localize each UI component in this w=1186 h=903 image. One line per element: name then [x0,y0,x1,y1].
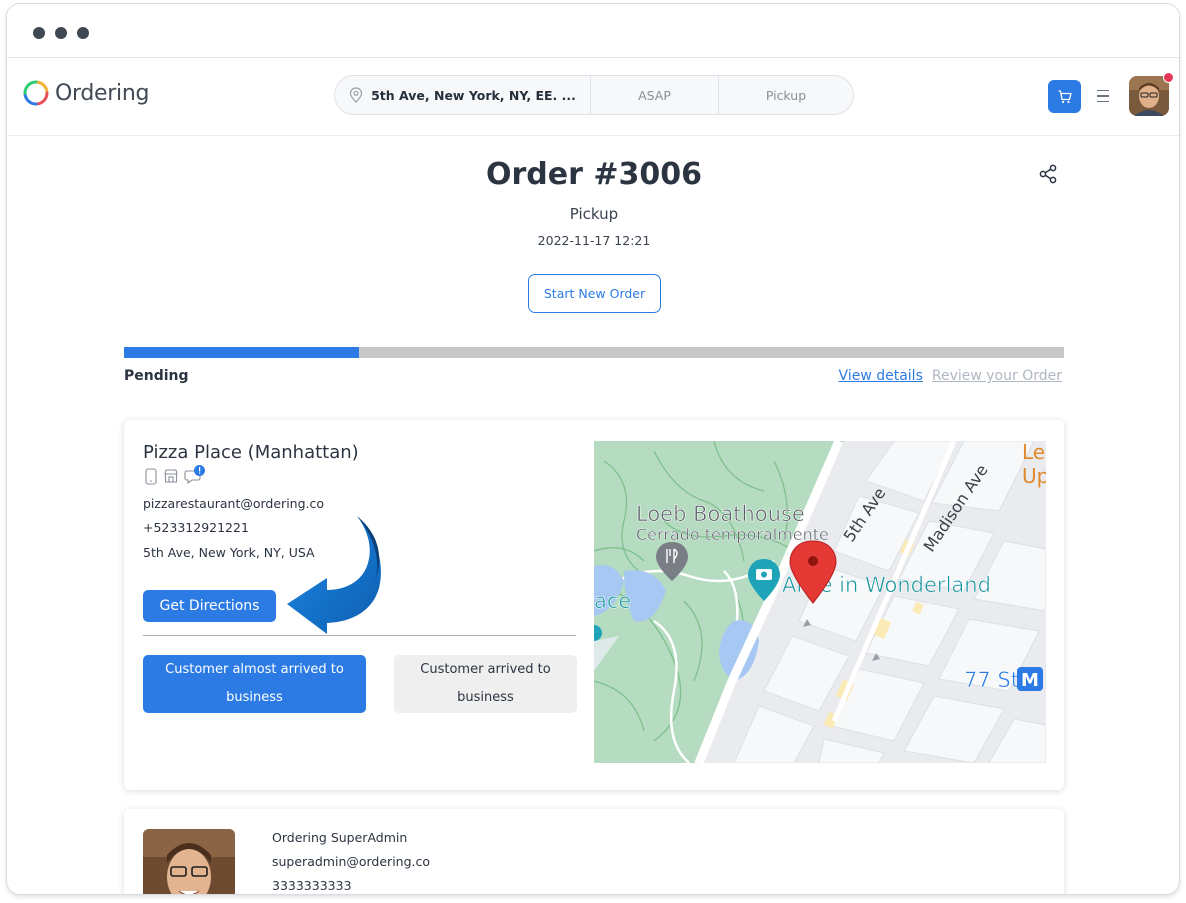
order-progress-fill [124,347,359,358]
map-label-station: 77 St [964,668,1019,692]
hamburger-menu-button[interactable] [1097,86,1113,106]
menu-bar-icon [1097,100,1109,103]
time-selector[interactable]: ASAP [591,76,719,114]
address-text: 5th Ave, New York, NY, EE. ... [371,87,576,103]
annotation-arrow-icon [287,516,381,634]
map-label-corner-bottom: Up [1022,464,1046,488]
app-header: Ordering 5th Ave, New York, NY, EE. ... … [7,58,1179,136]
cart-button[interactable] [1048,80,1081,113]
window-dot-minimize[interactable] [55,27,67,39]
notification-badge [1163,72,1174,83]
browser-window: Ordering 5th Ave, New York, NY, EE. ... … [6,3,1180,895]
map-label-corner-top: Le [1022,441,1045,464]
customer-photo [143,829,235,894]
order-type-text: Pickup [765,87,807,103]
user-avatar[interactable] [1129,76,1169,116]
order-context-bar: 5th Ave, New York, NY, EE. ... ASAP Pick… [334,75,854,115]
business-email: pizzarestaurant@ordering.co [143,496,325,511]
menu-bar-icon [1097,95,1109,97]
window-dot-maximize[interactable] [77,27,89,39]
store-icon[interactable] [163,468,179,484]
cart-icon [1058,89,1072,103]
business-name: Pizza Place (Manhattan) [143,442,359,463]
order-type-selector[interactable]: Pickup [719,76,853,114]
order-progress-bar [124,347,1064,358]
map-label-boathouse-status: Cerrado temporalmente [636,525,829,544]
chat-alert-badge-icon [194,465,205,476]
customer-arrived-button[interactable]: Customer arrived to business [394,655,577,713]
map-canvas: Loeb Boathouse Cerrado temporalmente Ali… [594,441,1046,763]
map-label-boathouse: Loeb Boathouse [636,502,805,526]
customer-name: Ordering SuperAdmin [272,830,408,845]
map-label-place-fragment: ace [594,589,631,613]
order-mode: Pickup [569,205,619,223]
business-map[interactable]: Loeb Boathouse Cerrado temporalmente Ali… [594,441,1046,763]
window-titlebar [7,4,1179,58]
get-directions-button[interactable]: Get Directions [143,590,276,622]
order-title: Order #3006 [486,157,702,192]
share-icon [1039,164,1057,184]
customer-phone: 3333333333 [272,878,352,893]
order-date: 2022-11-17 12:21 [537,233,651,248]
customer-avatar-image [143,829,235,894]
review-order-link[interactable]: Review your Order [932,368,1062,384]
metro-station-icon: M [1017,667,1043,691]
order-links: View details Review your Order [839,368,1062,384]
customer-card: Ordering SuperAdmin superadmin@ordering.… [124,809,1064,894]
window-dot-close[interactable] [33,27,45,39]
order-status: Pending [124,368,189,384]
chat-button[interactable] [184,465,206,485]
time-text: ASAP [638,87,671,103]
ordering-logo-icon [23,80,49,106]
app-name: Ordering [55,80,150,106]
share-button[interactable] [1037,163,1059,189]
metro-letter: M [1021,670,1039,691]
menu-bar-icon [1097,89,1109,92]
app-logo[interactable]: Ordering [23,80,149,106]
business-contact-icons [144,465,206,485]
customer-almost-arrived-button[interactable]: Customer almost arrived to business [143,655,366,713]
business-phone: +523312921221 [143,520,249,535]
address-selector[interactable]: 5th Ave, New York, NY, EE. ... [335,76,591,114]
avatar-photo [1129,76,1169,116]
start-new-order-button[interactable]: Start New Order [528,274,661,313]
view-details-link[interactable]: View details [839,368,923,384]
location-pin-icon [350,87,363,103]
customer-email: superadmin@ordering.co [272,854,431,869]
business-card: Pizza Place (Manhattan) pizzarestaurant@… [124,420,1064,790]
phone-icon[interactable] [144,467,158,485]
